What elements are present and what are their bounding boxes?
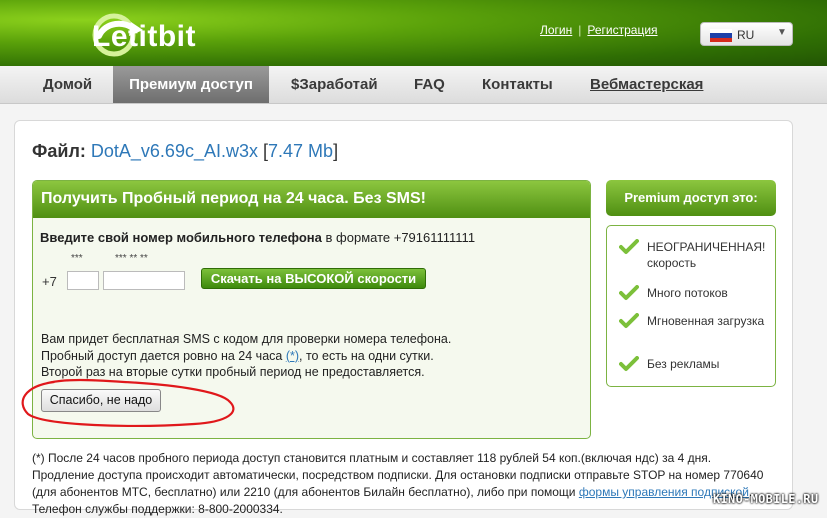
phone-instruction: Введите свой номер мобильного телефона в…: [40, 230, 475, 245]
language-select[interactable]: RU ▼: [700, 22, 793, 46]
file-size-close: ]: [333, 141, 339, 161]
russia-flag-icon: [710, 29, 732, 42]
chevron-down-icon: ▼: [777, 27, 787, 38]
nav-contacts[interactable]: Контакты: [482, 66, 553, 103]
nav-webmaster[interactable]: Вебмастерская: [590, 66, 703, 103]
watermark: KINO-MOBILE.RU: [713, 492, 819, 506]
phone-code-input[interactable]: [67, 271, 99, 290]
file-name[interactable]: DotA_v6.69c_AI.w3x: [91, 141, 258, 161]
sms-info-line-2-end: , то есть на одни сутки.: [299, 348, 434, 363]
footnote-link[interactable]: (*): [286, 349, 299, 363]
sms-info-line-1: Вам придет бесплатная SMS с кодом для пр…: [41, 332, 452, 346]
phone-number-input[interactable]: [103, 271, 185, 290]
logo-text[interactable]: Letitbit: [92, 20, 196, 54]
phone-instruction-format: в формате +79161111111: [321, 230, 476, 245]
sms-info-line-2-start: Пробный доступ дается ровно на 24 часа: [41, 348, 286, 363]
checkmark-icon: [619, 285, 639, 300]
nav-premium-access[interactable]: Премиум доступ: [113, 66, 269, 103]
main-nav: Домой Премиум доступ $Заработай FAQ Конт…: [0, 66, 827, 104]
checkmark-icon: [619, 239, 639, 254]
top-links-separator: |: [578, 23, 582, 37]
file-label: Файл:: [32, 141, 86, 161]
checkmark-icon: [619, 313, 639, 328]
red-circle-annotation: [21, 378, 235, 427]
phone-prefix: +7: [42, 274, 57, 289]
phone-instruction-bold: Введите свой номер мобильного телефона: [40, 230, 322, 245]
file-size: 7.47 Mb: [268, 141, 334, 161]
nav-home[interactable]: Домой: [43, 66, 92, 103]
site-header: Letitbit Логин | Регистрация RU ▼: [0, 0, 827, 66]
footnote-line-1: (*) После 24 часов пробного периода дост…: [32, 451, 712, 465]
checkmark-icon: [619, 356, 639, 371]
trial-title: Получить Пробный период на 24 часа. Без …: [41, 190, 426, 207]
phone-number-mask: *** ** **: [115, 253, 148, 264]
language-label: RU: [737, 28, 755, 42]
footnote-line-2: Продление доступа происходит автоматичес…: [32, 468, 764, 482]
sms-info-line-2: Пробный доступ дается ровно на 24 часа (…: [41, 348, 451, 365]
nav-faq[interactable]: FAQ: [414, 66, 445, 103]
login-link[interactable]: Логин: [540, 23, 572, 37]
nav-earn[interactable]: $Заработай: [291, 66, 378, 103]
feature-label: Много потоков: [647, 286, 728, 300]
feature-label: Без рекламы: [647, 357, 720, 371]
premium-heading: Premium доступ это:: [606, 180, 776, 216]
phone-code-mask: ***: [71, 253, 83, 264]
trial-header: Получить Пробный период на 24 часа. Без …: [33, 181, 590, 218]
register-link[interactable]: Регистрация: [587, 23, 657, 37]
file-info: Файл: DotA_v6.69c_AI.w3x [7.47 Mb]: [32, 141, 338, 162]
high-speed-download-button[interactable]: Скачать на ВЫСОКОЙ скорости: [201, 268, 426, 289]
top-links: Логин | Регистрация: [540, 23, 658, 37]
footnote-line-3-start: (для абонентов МТС, бесплатно) или 2210 …: [32, 485, 579, 499]
feature-label: Мгновенная загрузка: [647, 314, 765, 328]
footnote-line-3: (для абонентов МТС, бесплатно) или 2210 …: [32, 484, 763, 501]
footnote: (*) После 24 часов пробного периода дост…: [32, 450, 763, 518]
feature-label: НЕОГРАНИЧЕННАЯ! скорость: [647, 240, 766, 270]
